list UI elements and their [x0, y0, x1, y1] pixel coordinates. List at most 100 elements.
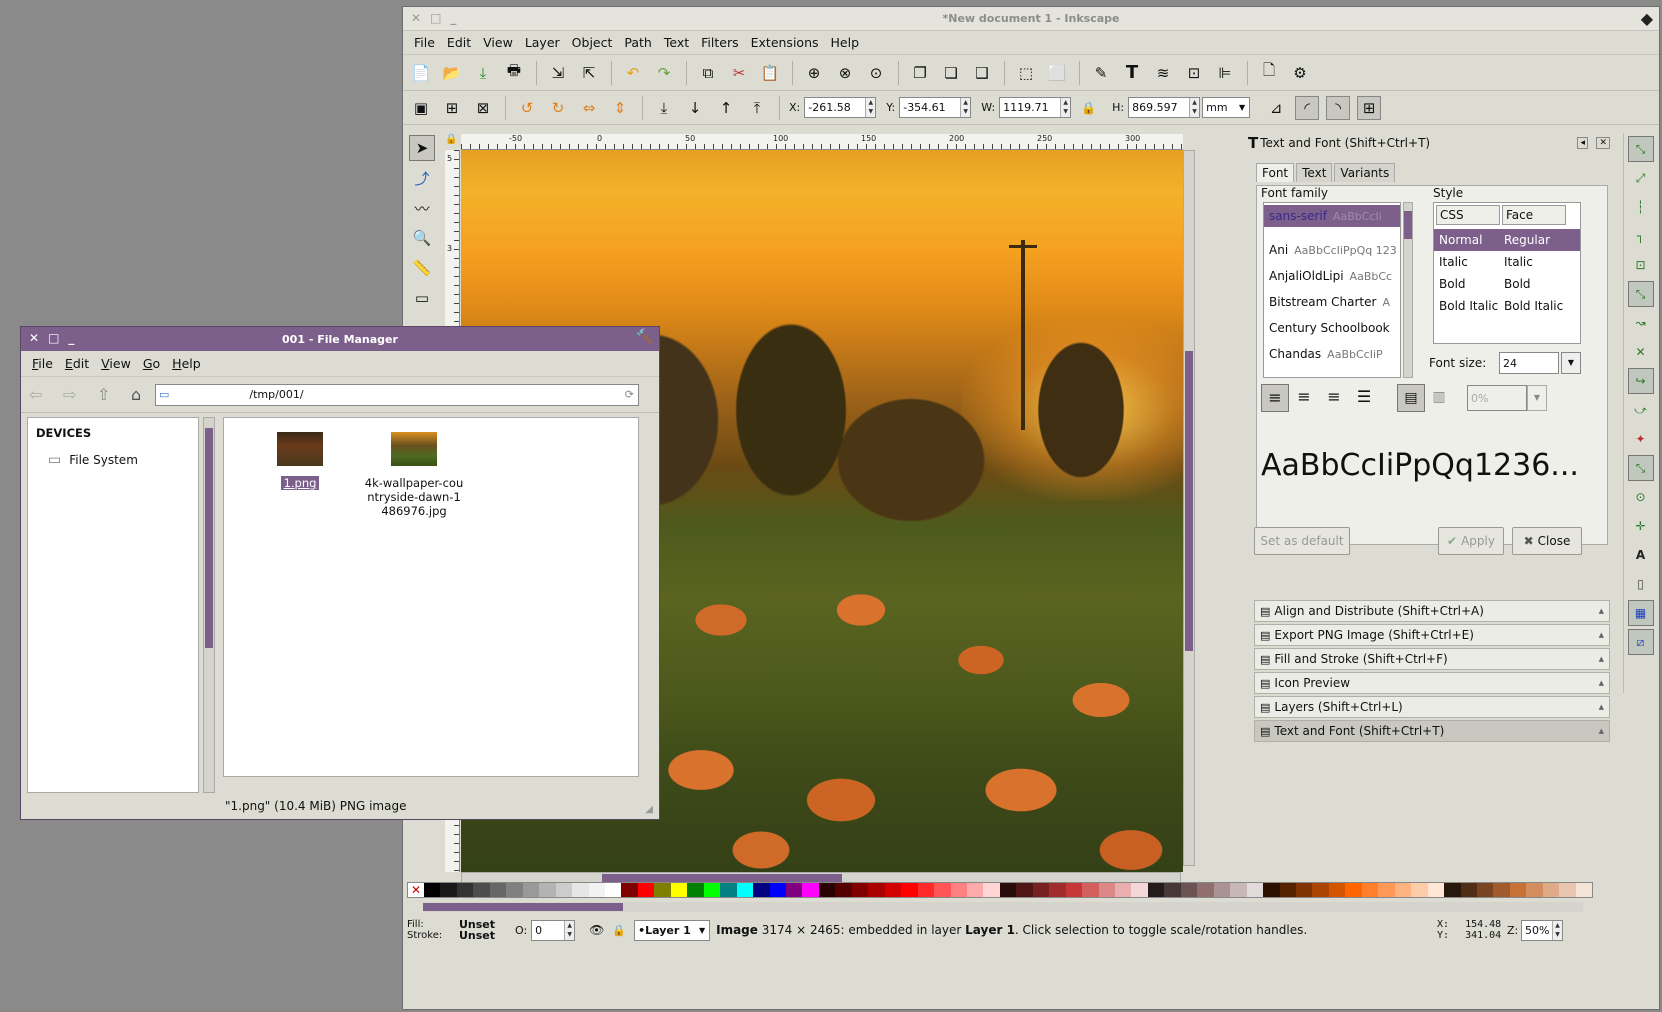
- unlink-clone-icon[interactable]: ❑: [970, 61, 994, 85]
- tweak-tool-icon[interactable]: 〰: [409, 195, 435, 221]
- rotate-ccw-icon[interactable]: ↺: [515, 96, 539, 120]
- align-center-icon[interactable]: ≡: [1289, 384, 1319, 412]
- style-row[interactable]: Italic Italic: [1434, 251, 1580, 273]
- close-button[interactable]: ✖ Close: [1512, 527, 1582, 555]
- maximize-icon[interactable]: □: [430, 11, 441, 25]
- palette-scroll-thumb[interactable]: [423, 903, 623, 911]
- zoom-selection-icon[interactable]: ⊕: [802, 61, 826, 85]
- fm-menu-item[interactable]: Go: [138, 354, 165, 373]
- color-swatch[interactable]: [424, 883, 441, 897]
- rectangle-tool-icon[interactable]: ▭: [409, 285, 435, 311]
- color-swatch[interactable]: [934, 883, 951, 897]
- font-item[interactable]: Bitstream Charter A: [1264, 289, 1400, 315]
- font-size-dropdown[interactable]: ▼: [1561, 352, 1581, 374]
- color-swatch[interactable]: [555, 883, 573, 897]
- color-swatch[interactable]: [440, 883, 457, 897]
- visibility-eye-icon[interactable]: 👁: [589, 923, 604, 937]
- color-swatch[interactable]: [884, 883, 902, 897]
- snap-bbox-icon[interactable]: ⤢: [1628, 165, 1654, 191]
- color-swatch[interactable]: [1444, 883, 1461, 897]
- snap-guide-icon[interactable]: ⧄: [1627, 629, 1654, 655]
- color-swatch[interactable]: [1542, 883, 1560, 897]
- iconify-icon[interactable]: ◂: [1577, 137, 1588, 149]
- dock-panel-button[interactable]: ▤ Layers (Shift+Ctrl+L) ▲: [1254, 696, 1610, 718]
- color-swatch[interactable]: [506, 883, 523, 897]
- preferences-icon[interactable]: ⚙: [1288, 61, 1312, 85]
- color-swatch[interactable]: [802, 883, 819, 897]
- font-size-input[interactable]: 24: [1499, 352, 1559, 374]
- color-swatch[interactable]: [1460, 883, 1477, 897]
- fm-menu-item[interactable]: View: [96, 354, 136, 373]
- vertical-scroll-thumb[interactable]: [1185, 351, 1193, 651]
- select-all-layers-icon[interactable]: ⊞: [440, 96, 464, 120]
- menu-object[interactable]: Object: [567, 33, 618, 52]
- color-swatch[interactable]: [835, 883, 852, 897]
- align-distribute-icon[interactable]: ⊫: [1213, 61, 1237, 85]
- forward-icon[interactable]: ⇨: [63, 385, 97, 404]
- select-all-icon[interactable]: ▣: [409, 96, 433, 120]
- justify-icon[interactable]: ☰: [1349, 384, 1379, 412]
- color-swatch[interactable]: [1098, 883, 1116, 897]
- color-swatch[interactable]: [1312, 883, 1329, 897]
- dialog-close-icon[interactable]: ✕: [1596, 137, 1610, 149]
- color-swatch[interactable]: [818, 883, 836, 897]
- font-item[interactable]: Century Schoolbook: [1264, 315, 1400, 341]
- color-swatch[interactable]: [1394, 883, 1412, 897]
- w-input[interactable]: 1119.71 ▲ ▼: [999, 97, 1072, 118]
- menu-edit[interactable]: Edit: [442, 33, 476, 52]
- color-swatch[interactable]: [473, 883, 490, 897]
- dock-panel-button[interactable]: ▤ Text and Font (Shift+Ctrl+T) ▲: [1254, 720, 1610, 742]
- tab-variants[interactable]: Variants: [1334, 163, 1396, 182]
- undo-icon[interactable]: ↶: [621, 61, 645, 85]
- xml-editor-icon[interactable]: ⊡: [1182, 61, 1206, 85]
- device-file-system[interactable]: ▭ File System: [48, 452, 198, 468]
- x-input[interactable]: -261.58 ▲ ▼: [804, 97, 877, 118]
- snap-bbox-midpoint-icon[interactable]: ⊡: [1628, 252, 1654, 278]
- fm-minimize-icon[interactable]: _: [68, 331, 74, 345]
- font-list-scrollbar[interactable]: [1403, 202, 1413, 378]
- export-icon[interactable]: ⇱: [577, 61, 601, 85]
- color-swatch[interactable]: [1493, 883, 1510, 897]
- inkscape-titlebar[interactable]: ✕ □ _ *New document 1 - Inkscape ◆: [403, 7, 1659, 31]
- color-swatch[interactable]: [769, 883, 786, 897]
- resize-grip-icon[interactable]: ◢: [645, 804, 653, 815]
- copy-icon[interactable]: ⧉: [696, 61, 720, 85]
- color-swatch[interactable]: [1213, 883, 1231, 897]
- paste-icon[interactable]: 📋: [758, 61, 782, 85]
- unit-select[interactable]: mm ▼: [1202, 97, 1251, 118]
- path-input[interactable]: ▭ /tmp/001/ ⟳: [155, 383, 639, 406]
- color-swatch[interactable]: [1263, 883, 1280, 897]
- color-swatch[interactable]: [950, 883, 967, 897]
- measure-tool-icon[interactable]: 📏: [409, 255, 435, 281]
- snap-path-icon[interactable]: ↝: [1628, 310, 1654, 336]
- stroke-value[interactable]: Unset: [459, 930, 515, 941]
- horizontal-text-icon[interactable]: ▤: [1397, 384, 1425, 412]
- color-swatch[interactable]: [1180, 883, 1198, 897]
- color-swatch[interactable]: [621, 883, 638, 897]
- new-document-icon[interactable]: 📄: [409, 61, 433, 85]
- snap-bbox-edge-icon[interactable]: ┆: [1628, 194, 1654, 220]
- color-swatch[interactable]: [1115, 883, 1132, 897]
- snap-midpoint-icon[interactable]: ⤻: [1628, 397, 1654, 423]
- color-swatch[interactable]: [753, 883, 770, 897]
- style-header-face[interactable]: Face: [1502, 205, 1566, 225]
- color-swatch[interactable]: [1164, 883, 1181, 897]
- color-swatch[interactable]: [604, 883, 622, 897]
- style-list[interactable]: CSS Face Normal Regular Italic Italic Bold Bol…: [1433, 202, 1581, 344]
- document-properties-icon[interactable]: 🗋: [1257, 61, 1281, 85]
- color-swatch[interactable]: [1230, 883, 1247, 897]
- file-item[interactable]: 1.png: [246, 432, 354, 490]
- color-swatch[interactable]: [1378, 883, 1395, 897]
- dock-panel-button[interactable]: ▤ Fill and Stroke (Shift+Ctrl+F) ▲: [1254, 648, 1610, 670]
- flip-horizontal-icon[interactable]: ⇔: [577, 96, 601, 120]
- snap-center-icon[interactable]: ⊙: [1628, 484, 1654, 510]
- snap-page-icon[interactable]: ▯: [1628, 571, 1654, 597]
- snap-line-mid-icon[interactable]: ✦: [1628, 426, 1654, 452]
- line-spacing-dropdown[interactable]: ▼: [1527, 385, 1547, 411]
- color-swatch[interactable]: [703, 883, 721, 897]
- scale-corners-icon[interactable]: ◜: [1295, 95, 1320, 120]
- style-row[interactable]: Bold Bold: [1434, 273, 1580, 295]
- menu-filters[interactable]: Filters: [696, 33, 743, 52]
- color-swatch[interactable]: [637, 883, 655, 897]
- fm-close-icon[interactable]: ✕: [29, 331, 39, 345]
